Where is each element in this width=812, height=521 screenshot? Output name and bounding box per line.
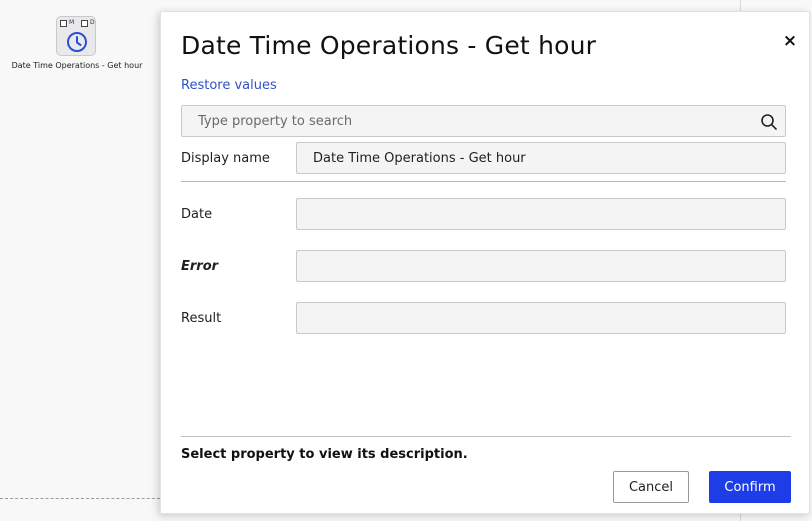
node-flag-m-label: M <box>69 19 75 26</box>
result-label: Result <box>181 311 222 326</box>
canvas-dashed-line <box>0 498 170 499</box>
date-label: Date <box>181 207 213 222</box>
section-divider <box>181 181 786 182</box>
display-name-field[interactable] <box>296 142 786 174</box>
error-field[interactable] <box>296 250 786 282</box>
property-search <box>181 105 786 137</box>
restore-values-link[interactable]: Restore values <box>181 78 277 93</box>
dialog-title: Date Time Operations - Get hour <box>181 31 597 60</box>
property-description: Select property to view its description. <box>181 447 468 462</box>
description-divider <box>181 436 791 437</box>
cancel-button[interactable]: Cancel <box>613 471 689 503</box>
workflow-node-label: Date Time Operations - Get hour <box>11 61 143 70</box>
node-flag-d-label: D <box>90 19 95 26</box>
property-search-input[interactable] <box>182 106 752 136</box>
display-name-label: Display name <box>181 151 270 166</box>
clock-icon <box>67 32 87 52</box>
confirm-button[interactable]: Confirm <box>709 471 791 503</box>
node-flag-m-checkbox <box>60 20 67 27</box>
search-icon[interactable] <box>760 113 778 131</box>
close-button[interactable]: × <box>780 31 800 51</box>
result-field[interactable] <box>296 302 786 334</box>
workflow-node[interactable]: M D <box>56 16 96 56</box>
node-flag-d-checkbox <box>81 20 88 27</box>
properties-dialog: Date Time Operations - Get hour × Restor… <box>160 11 810 514</box>
date-field[interactable] <box>296 198 786 230</box>
error-label: Error <box>181 259 219 274</box>
